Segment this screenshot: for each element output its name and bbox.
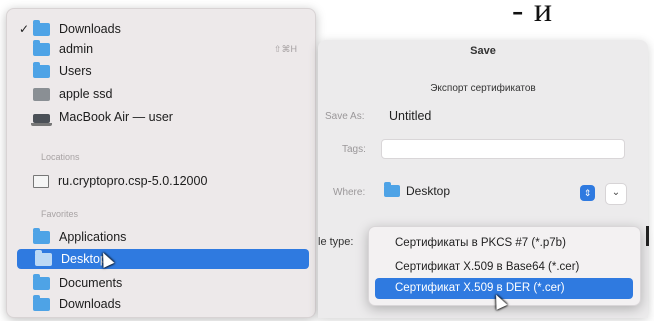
file-type-option-der[interactable]: Сертификат X.509 в DER (*.cer) bbox=[375, 278, 633, 299]
menu-item-admin[interactable]: admin ⇧⌘H bbox=[15, 39, 305, 59]
tags-field[interactable] bbox=[381, 139, 625, 159]
folder-icon bbox=[33, 61, 50, 78]
where-value: Desktop bbox=[406, 184, 451, 198]
dialog-subtitle: Экспорт сертификатов bbox=[430, 83, 536, 94]
where-chevron-updown-icon[interactable]: ⇕ bbox=[580, 185, 595, 201]
folder-icon bbox=[33, 19, 50, 36]
folder-icon bbox=[35, 249, 52, 266]
expand-chevron-down-icon[interactable]: ⌄ bbox=[605, 183, 627, 205]
file-type-option-base64[interactable]: Сертификат X.509 в Base64 (*.cer) bbox=[375, 257, 633, 278]
menu-item-downloads[interactable]: Downloads bbox=[15, 294, 305, 314]
section-header-locations: Locations bbox=[41, 152, 80, 162]
menu-item-desktop[interactable]: Desktop bbox=[17, 249, 309, 269]
file-type-option-p7b[interactable]: Сертификаты в PKCS #7 (*.p7b) bbox=[375, 233, 633, 254]
menu-item-apple-ssd[interactable]: apple ssd bbox=[15, 84, 305, 104]
menu-item-macbook-air[interactable]: MacBook Air — user bbox=[15, 107, 305, 127]
dialog-title: Save bbox=[470, 45, 496, 57]
where-popup[interactable]: Desktop bbox=[384, 180, 592, 202]
file-type-label: le type: bbox=[318, 236, 354, 248]
laptop-icon bbox=[31, 113, 52, 126]
folder-icon bbox=[33, 273, 50, 290]
save-as-field[interactable]: Untitled bbox=[381, 106, 625, 126]
folder-icon bbox=[33, 39, 50, 56]
menu-item-downloads-recent[interactable]: ✓ Downloads bbox=[15, 19, 305, 39]
drive-icon bbox=[33, 87, 50, 101]
document-fragment-text: ‑ и bbox=[512, 0, 554, 29]
section-header-favorites: Favorites bbox=[41, 209, 79, 219]
folder-icon bbox=[33, 227, 50, 244]
menu-item-applications[interactable]: Applications bbox=[15, 227, 305, 247]
folder-icon bbox=[384, 182, 400, 197]
where-label: Where: bbox=[333, 187, 366, 198]
menu-item-documents[interactable]: Documents bbox=[15, 273, 305, 293]
location-popup-menu: ✓ Downloads admin ⇧⌘H Users apple ssd Ma… bbox=[6, 8, 316, 318]
menu-item-users[interactable]: Users bbox=[15, 61, 305, 81]
menu-item-cryptopro[interactable]: ru.cryptopro.csp-5.0.12000 bbox=[15, 171, 305, 191]
checkmark-icon: ✓ bbox=[18, 22, 30, 36]
save-as-label: Save As: bbox=[325, 111, 365, 122]
folder-icon bbox=[33, 294, 50, 311]
shortcut-label: ⇧⌘H bbox=[273, 43, 297, 54]
file-type-dropdown: Сертификаты в PKCS #7 (*.p7b) Сертификат… bbox=[368, 226, 641, 306]
document-icon bbox=[33, 174, 49, 188]
tags-label: Tags: bbox=[342, 144, 366, 155]
file-type-popup-edge bbox=[646, 226, 649, 246]
